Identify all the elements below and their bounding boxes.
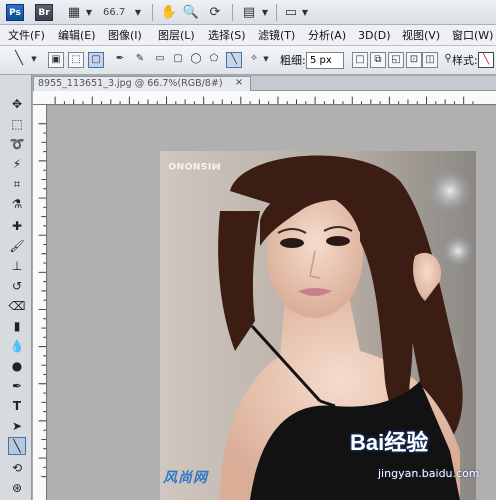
chevron-down-icon[interactable]: ▼ bbox=[84, 4, 94, 21]
vertical-ruler[interactable] bbox=[33, 105, 47, 500]
menu-3d[interactable]: 3D(D) bbox=[358, 28, 391, 44]
menu-layer[interactable]: 图层(L) bbox=[158, 28, 195, 44]
eyedropper-tool-icon[interactable]: ⚗ bbox=[8, 195, 26, 213]
marquee-tool-icon[interactable]: ⬚ bbox=[8, 115, 26, 133]
freeform-pen-icon[interactable]: ✎ bbox=[132, 52, 148, 68]
menu-file[interactable]: 文件(F) bbox=[8, 28, 45, 44]
ellipse-shape-icon[interactable]: ◯ bbox=[188, 52, 204, 68]
style-swatch-none-icon[interactable]: ╲ bbox=[478, 52, 494, 68]
blur-tool-icon[interactable]: 💧 bbox=[8, 337, 26, 355]
zoom-tool-icon[interactable]: 🔍 bbox=[182, 4, 200, 21]
hand-tool-icon[interactable]: ✋ bbox=[160, 4, 178, 21]
chevron-down-icon[interactable]: ▼ bbox=[300, 4, 310, 21]
bridge-button[interactable]: Br bbox=[35, 4, 53, 21]
chevron-down-icon[interactable]: ▼ bbox=[260, 4, 270, 21]
menu-bar: 文件(F) 编辑(E) 图像(I) 图层(L) 选择(S) 滤镜(T) 分析(A… bbox=[0, 25, 496, 46]
custom-shape-icon[interactable]: ✧ bbox=[246, 52, 262, 68]
clone-stamp-tool-icon[interactable]: ⊥ bbox=[8, 257, 26, 275]
photo-watermark-bottom: 风尚网 bbox=[163, 470, 208, 486]
chevron-down-icon[interactable]: ▼ bbox=[262, 52, 270, 68]
view-extras-icon[interactable]: ▦ bbox=[64, 4, 84, 21]
photo-watermark-top: MISNONO bbox=[168, 160, 221, 170]
document-tab[interactable]: 8955_113651_3.jpg @ 66.7%(RGB/8#) bbox=[33, 76, 251, 91]
3d-orbit-tool-icon[interactable]: ⊛ bbox=[8, 479, 26, 497]
polygon-shape-icon[interactable]: ⬠ bbox=[206, 52, 222, 68]
pen-tool-icon[interactable]: ✒ bbox=[112, 52, 128, 68]
pen-tool-icon[interactable]: ✒ bbox=[8, 377, 26, 395]
baidu-jingyan-url: jingyan.baidu.com bbox=[378, 467, 480, 480]
baidu-jingyan-logo: Bai经验 bbox=[350, 430, 429, 455]
type-tool-icon[interactable]: T bbox=[8, 397, 26, 415]
paths-icon[interactable]: ⬚ bbox=[68, 52, 84, 68]
line-shape-icon[interactable]: ╲ bbox=[226, 52, 242, 68]
application-bar: Ps Br ▦ ▼ 66.7 ▼ ✋ 🔍 ⟳ ▤ ▼ ▭ ▼ bbox=[0, 0, 496, 25]
tab-strip-background bbox=[251, 76, 496, 91]
healing-brush-tool-icon[interactable]: ✚ bbox=[8, 217, 26, 235]
subtract-mode-icon[interactable]: ◱ bbox=[388, 52, 404, 68]
horizontal-ruler[interactable] bbox=[33, 91, 496, 105]
gradient-tool-icon[interactable]: ▮ bbox=[8, 317, 26, 335]
3d-rotate-tool-icon[interactable]: ⟲ bbox=[8, 459, 26, 477]
brush-tool-icon[interactable]: 🖌 bbox=[8, 237, 26, 255]
close-icon[interactable]: × bbox=[233, 77, 245, 89]
fill-pixels-icon[interactable]: □ bbox=[88, 52, 104, 68]
menu-analysis[interactable]: 分析(A) bbox=[308, 28, 346, 44]
path-selection-tool-icon[interactable]: ➤ bbox=[8, 417, 26, 435]
separator bbox=[232, 4, 233, 21]
menu-window[interactable]: 窗口(W) bbox=[452, 28, 493, 44]
menu-filter[interactable]: 滤镜(T) bbox=[258, 28, 295, 44]
add-mode-icon[interactable]: ⧉ bbox=[370, 52, 386, 68]
history-brush-tool-icon[interactable]: ↺ bbox=[8, 277, 26, 295]
zoom-dropdown-icon[interactable]: ▼ bbox=[133, 4, 143, 21]
dodge-tool-icon[interactable]: ● bbox=[8, 357, 26, 375]
crop-tool-icon[interactable]: ⌗ bbox=[8, 175, 26, 193]
lasso-tool-icon[interactable]: ➰ bbox=[8, 135, 26, 153]
chevron-down-icon[interactable]: ▼ bbox=[30, 52, 38, 68]
menu-view[interactable]: 视图(V) bbox=[402, 28, 440, 44]
eraser-tool-icon[interactable]: ⌫ bbox=[8, 297, 26, 315]
weight-label: 粗细: bbox=[280, 54, 306, 67]
move-tool-icon[interactable]: ✥ bbox=[8, 95, 26, 113]
separator bbox=[276, 4, 277, 21]
shape-layers-icon[interactable]: ▣ bbox=[48, 52, 64, 68]
toolbox: ✥ ⬚ ➰ ⚡ ⌗ ⚗ ✚ 🖌 ⊥ ↺ ⌫ ▮ 💧 ● ✒ T ➤ ╲ ⟲ ⊛ bbox=[0, 75, 32, 500]
intersect-mode-icon[interactable]: ⊡ bbox=[406, 52, 422, 68]
weight-input[interactable] bbox=[306, 52, 344, 69]
document-photo[interactable] bbox=[160, 151, 476, 500]
rotate-view-icon[interactable]: ⟳ bbox=[206, 4, 224, 21]
magic-wand-tool-icon[interactable]: ⚡ bbox=[8, 155, 26, 173]
line-tool-preset-icon[interactable]: ╲ bbox=[8, 52, 30, 68]
separator bbox=[152, 4, 153, 21]
line-tool-icon[interactable]: ╲ bbox=[8, 437, 26, 455]
rectangle-shape-icon[interactable]: ▭ bbox=[152, 52, 168, 68]
new-layer-mode-icon[interactable]: □ bbox=[352, 52, 368, 68]
menu-image[interactable]: 图像(I) bbox=[108, 28, 142, 44]
photoshop-logo[interactable]: Ps bbox=[6, 4, 24, 21]
arrange-documents-icon[interactable]: ▤ bbox=[240, 4, 258, 21]
exclude-mode-icon[interactable]: ◫ bbox=[422, 52, 438, 68]
style-label: 样式: bbox=[452, 54, 478, 67]
menu-edit[interactable]: 编辑(E) bbox=[58, 28, 96, 44]
options-bar: ╲ ▼ ▣ ⬚ □ ✒ ✎ ▭ ▢ ◯ ⬠ ╲ ✧ ▼ 粗细: □ ⧉ ◱ ⊡ … bbox=[0, 46, 496, 75]
menu-select[interactable]: 选择(S) bbox=[208, 28, 246, 44]
rounded-rectangle-icon[interactable]: ▢ bbox=[170, 52, 186, 68]
screen-mode-icon[interactable]: ▭ bbox=[282, 4, 300, 21]
